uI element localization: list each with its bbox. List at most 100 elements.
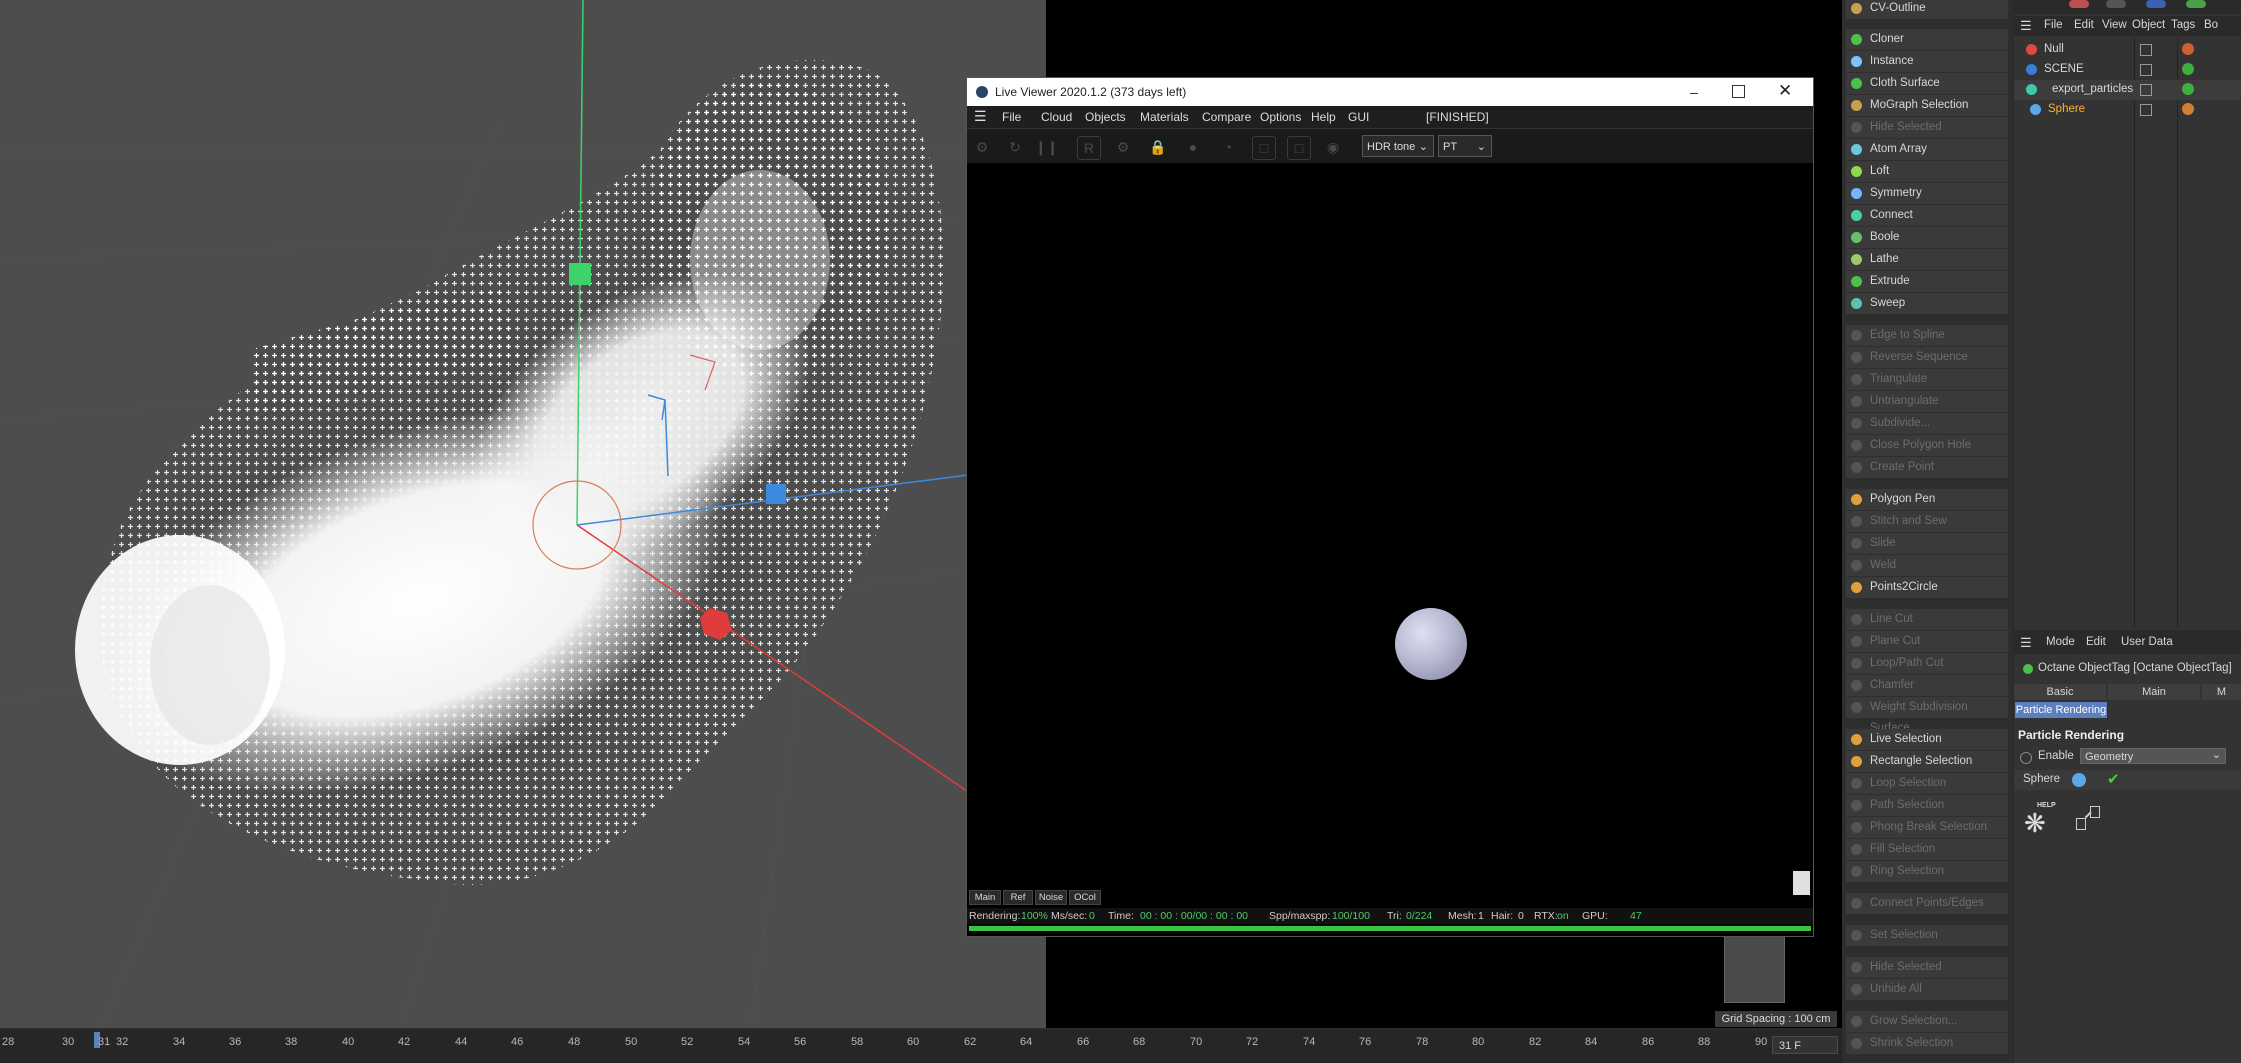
enable-radio[interactable] — [2020, 752, 2032, 764]
tool-close-polygon-hole[interactable]: Close Polygon Hole — [1846, 435, 2008, 456]
menu-gui[interactable]: GUI — [1330, 110, 1369, 124]
tool-instance[interactable]: Instance — [1846, 51, 2008, 72]
tool-weight-subdivision-surface[interactable]: Weight Subdivision Surface — [1846, 697, 2008, 734]
settings-icon[interactable]: ⚙ — [1112, 136, 1134, 158]
am-menu-user-data[interactable]: User Data — [2121, 636, 2173, 648]
object-row[interactable]: export_particles — [2014, 80, 2241, 100]
help-icon[interactable]: ❋ HELP — [2024, 802, 2056, 838]
tool-grow-selection[interactable]: Grow Selection... — [1846, 1011, 2008, 1032]
live-viewer-titlebar[interactable]: Live Viewer 2020.1.2 (373 days left) – ✕ — [967, 78, 1813, 106]
tool-rectangle-selection[interactable]: Rectangle Selection — [1846, 751, 2008, 772]
checkmark-icon[interactable]: ✔ — [2107, 770, 2120, 788]
kernel-select[interactable]: PT ⌄ — [1438, 135, 1492, 157]
tool-loft[interactable]: Loft — [1846, 161, 2008, 182]
pause-icon[interactable]: ❙❙ — [1035, 136, 1058, 158]
3d-viewport[interactable] — [0, 0, 1046, 1028]
tool-shrink-selection[interactable]: Shrink Selection — [1846, 1033, 2008, 1054]
close-icon[interactable]: ✕ — [1778, 81, 1792, 101]
tab-basic[interactable]: Basic — [2014, 684, 2106, 700]
toolbar-icon[interactable] — [2106, 0, 2126, 8]
tool-connect-points-edges[interactable]: Connect Points/Edges — [1846, 893, 2008, 914]
visibility-toggle-icon[interactable] — [2140, 64, 2152, 76]
tool-mograph-selection[interactable]: MoGraph Selection — [1846, 95, 2008, 116]
enable-select[interactable]: Geometry ⌄ — [2080, 748, 2226, 764]
live-viewer-window[interactable]: Live Viewer 2020.1.2 (373 days left) – ✕… — [966, 77, 1814, 937]
tool-edge-to-spline[interactable]: Edge to Spline — [1846, 325, 2008, 346]
tool-connect[interactable]: Connect — [1846, 205, 2008, 226]
tool-phong-break-selection[interactable]: Phong Break Selection — [1846, 817, 2008, 838]
tool-triangulate[interactable]: Triangulate — [1846, 369, 2008, 390]
gear-icon[interactable]: ⚙ — [971, 136, 993, 158]
viewport-canvas[interactable] — [0, 0, 1046, 1028]
focus-picker-icon[interactable]: ● — [1182, 136, 1204, 158]
tool-cloth-surface[interactable]: Cloth Surface — [1846, 73, 2008, 94]
tool-sweep[interactable]: Sweep — [1846, 293, 2008, 314]
tool-weld[interactable]: Weld — [1846, 555, 2008, 576]
am-menu-edit[interactable]: Edit — [2086, 636, 2106, 648]
material-picker-icon[interactable]: ◔ — [1217, 136, 1239, 158]
tool-set-selection[interactable]: Set Selection — [1846, 925, 2008, 946]
om-menu-bookmarks[interactable]: Bo — [2204, 19, 2241, 31]
tag-icon[interactable] — [2182, 63, 2194, 75]
tool-polygon-pen[interactable]: Polygon Pen — [1846, 489, 2008, 510]
tool-symmetry[interactable]: Symmetry — [1846, 183, 2008, 204]
tool-unhide-all[interactable]: Unhide All — [1846, 979, 2008, 1000]
om-menu-object[interactable]: Object — [2132, 19, 2165, 31]
hamburger-icon[interactable]: ☰ — [2020, 635, 2032, 651]
tool-loop-path-cut[interactable]: Loop/Path Cut — [1846, 653, 2008, 674]
toolbar-icon[interactable] — [2069, 0, 2089, 8]
tool-fill-selection[interactable]: Fill Selection — [1846, 839, 2008, 860]
tab-particle-rendering[interactable]: Particle Rendering — [2015, 702, 2107, 718]
location-icon[interactable]: ◉ — [1322, 136, 1344, 158]
navigation-gadget[interactable] — [1724, 935, 1785, 1003]
save-image-icon[interactable]: □ — [1287, 136, 1311, 160]
tag-icon[interactable] — [2182, 43, 2194, 55]
object-row[interactable]: SCENE — [2014, 60, 2241, 80]
current-frame-field[interactable]: 31 F — [1772, 1036, 1838, 1054]
tool-create-point[interactable]: Create Point — [1846, 457, 2008, 478]
tool-hide-selected[interactable]: Hide Selected — [1846, 117, 2008, 138]
tab-ocol[interactable]: OCol — [1069, 890, 1101, 905]
object-row[interactable]: Sphere — [2014, 100, 2241, 120]
menu-cloud[interactable]: Cloud — [1041, 110, 1072, 124]
node-editor-icon[interactable] — [2074, 804, 2104, 832]
visibility-toggle-icon[interactable] — [2140, 104, 2152, 116]
render-canvas[interactable] — [967, 168, 1813, 895]
toolbar-icon[interactable] — [2186, 0, 2206, 8]
refresh-icon[interactable]: ↻ — [1004, 136, 1026, 158]
tab-main[interactable]: Main — [2108, 684, 2200, 700]
tool-extrude[interactable]: Extrude — [1846, 271, 2008, 292]
tool-lathe[interactable]: Lathe — [1846, 249, 2008, 270]
lock-icon[interactable]: 🔒 — [1147, 136, 1169, 158]
tool-stitch-and-sew[interactable]: Stitch and Sew — [1846, 511, 2008, 532]
tool-hide-selected[interactable]: Hide Selected — [1846, 957, 2008, 978]
minimize-icon[interactable]: – — [1687, 84, 1701, 100]
menu-file[interactable]: File — [1002, 110, 1021, 124]
tool-slide[interactable]: Slide — [1846, 533, 2008, 554]
tool-points2circle[interactable]: Points2Circle — [1846, 577, 2008, 598]
tool-ring-selection[interactable]: Ring Selection — [1846, 861, 2008, 882]
tool-cloner[interactable]: Cloner — [1846, 29, 2008, 50]
visibility-toggle-icon[interactable] — [2140, 44, 2152, 56]
tab-noise[interactable]: Noise — [1035, 890, 1067, 905]
tool-line-cut[interactable]: Line Cut — [1846, 609, 2008, 630]
am-menu-mode[interactable]: Mode — [2046, 636, 2075, 648]
tool-atom-array[interactable]: Atom Array — [1846, 139, 2008, 160]
tag-icon[interactable] — [2182, 83, 2194, 95]
object-row[interactable]: Null — [2014, 40, 2241, 60]
tool-chamfer[interactable]: Chamfer — [1846, 675, 2008, 696]
tool-path-selection[interactable]: Path Selection — [1846, 795, 2008, 816]
canvas-scrollbar[interactable] — [1793, 871, 1810, 895]
sphere-link-field[interactable]: Sphere ✔ — [2014, 770, 2241, 790]
tab-more[interactable]: M — [2202, 684, 2241, 700]
tool-reverse-sequence[interactable]: Reverse Sequence — [1846, 347, 2008, 368]
tab-main[interactable]: Main — [969, 890, 1001, 905]
object-picker-icon[interactable]: □ — [1252, 136, 1276, 160]
tool-boole[interactable]: Boole — [1846, 227, 2008, 248]
region-render-icon[interactable]: R — [1077, 136, 1101, 160]
tag-icon[interactable] — [2182, 103, 2194, 115]
toolbar-icon[interactable] — [2146, 0, 2166, 8]
tool-loop-selection[interactable]: Loop Selection — [1846, 773, 2008, 794]
om-menu-view[interactable]: View — [2102, 19, 2127, 31]
menu-compare[interactable]: Compare — [1202, 110, 1251, 124]
